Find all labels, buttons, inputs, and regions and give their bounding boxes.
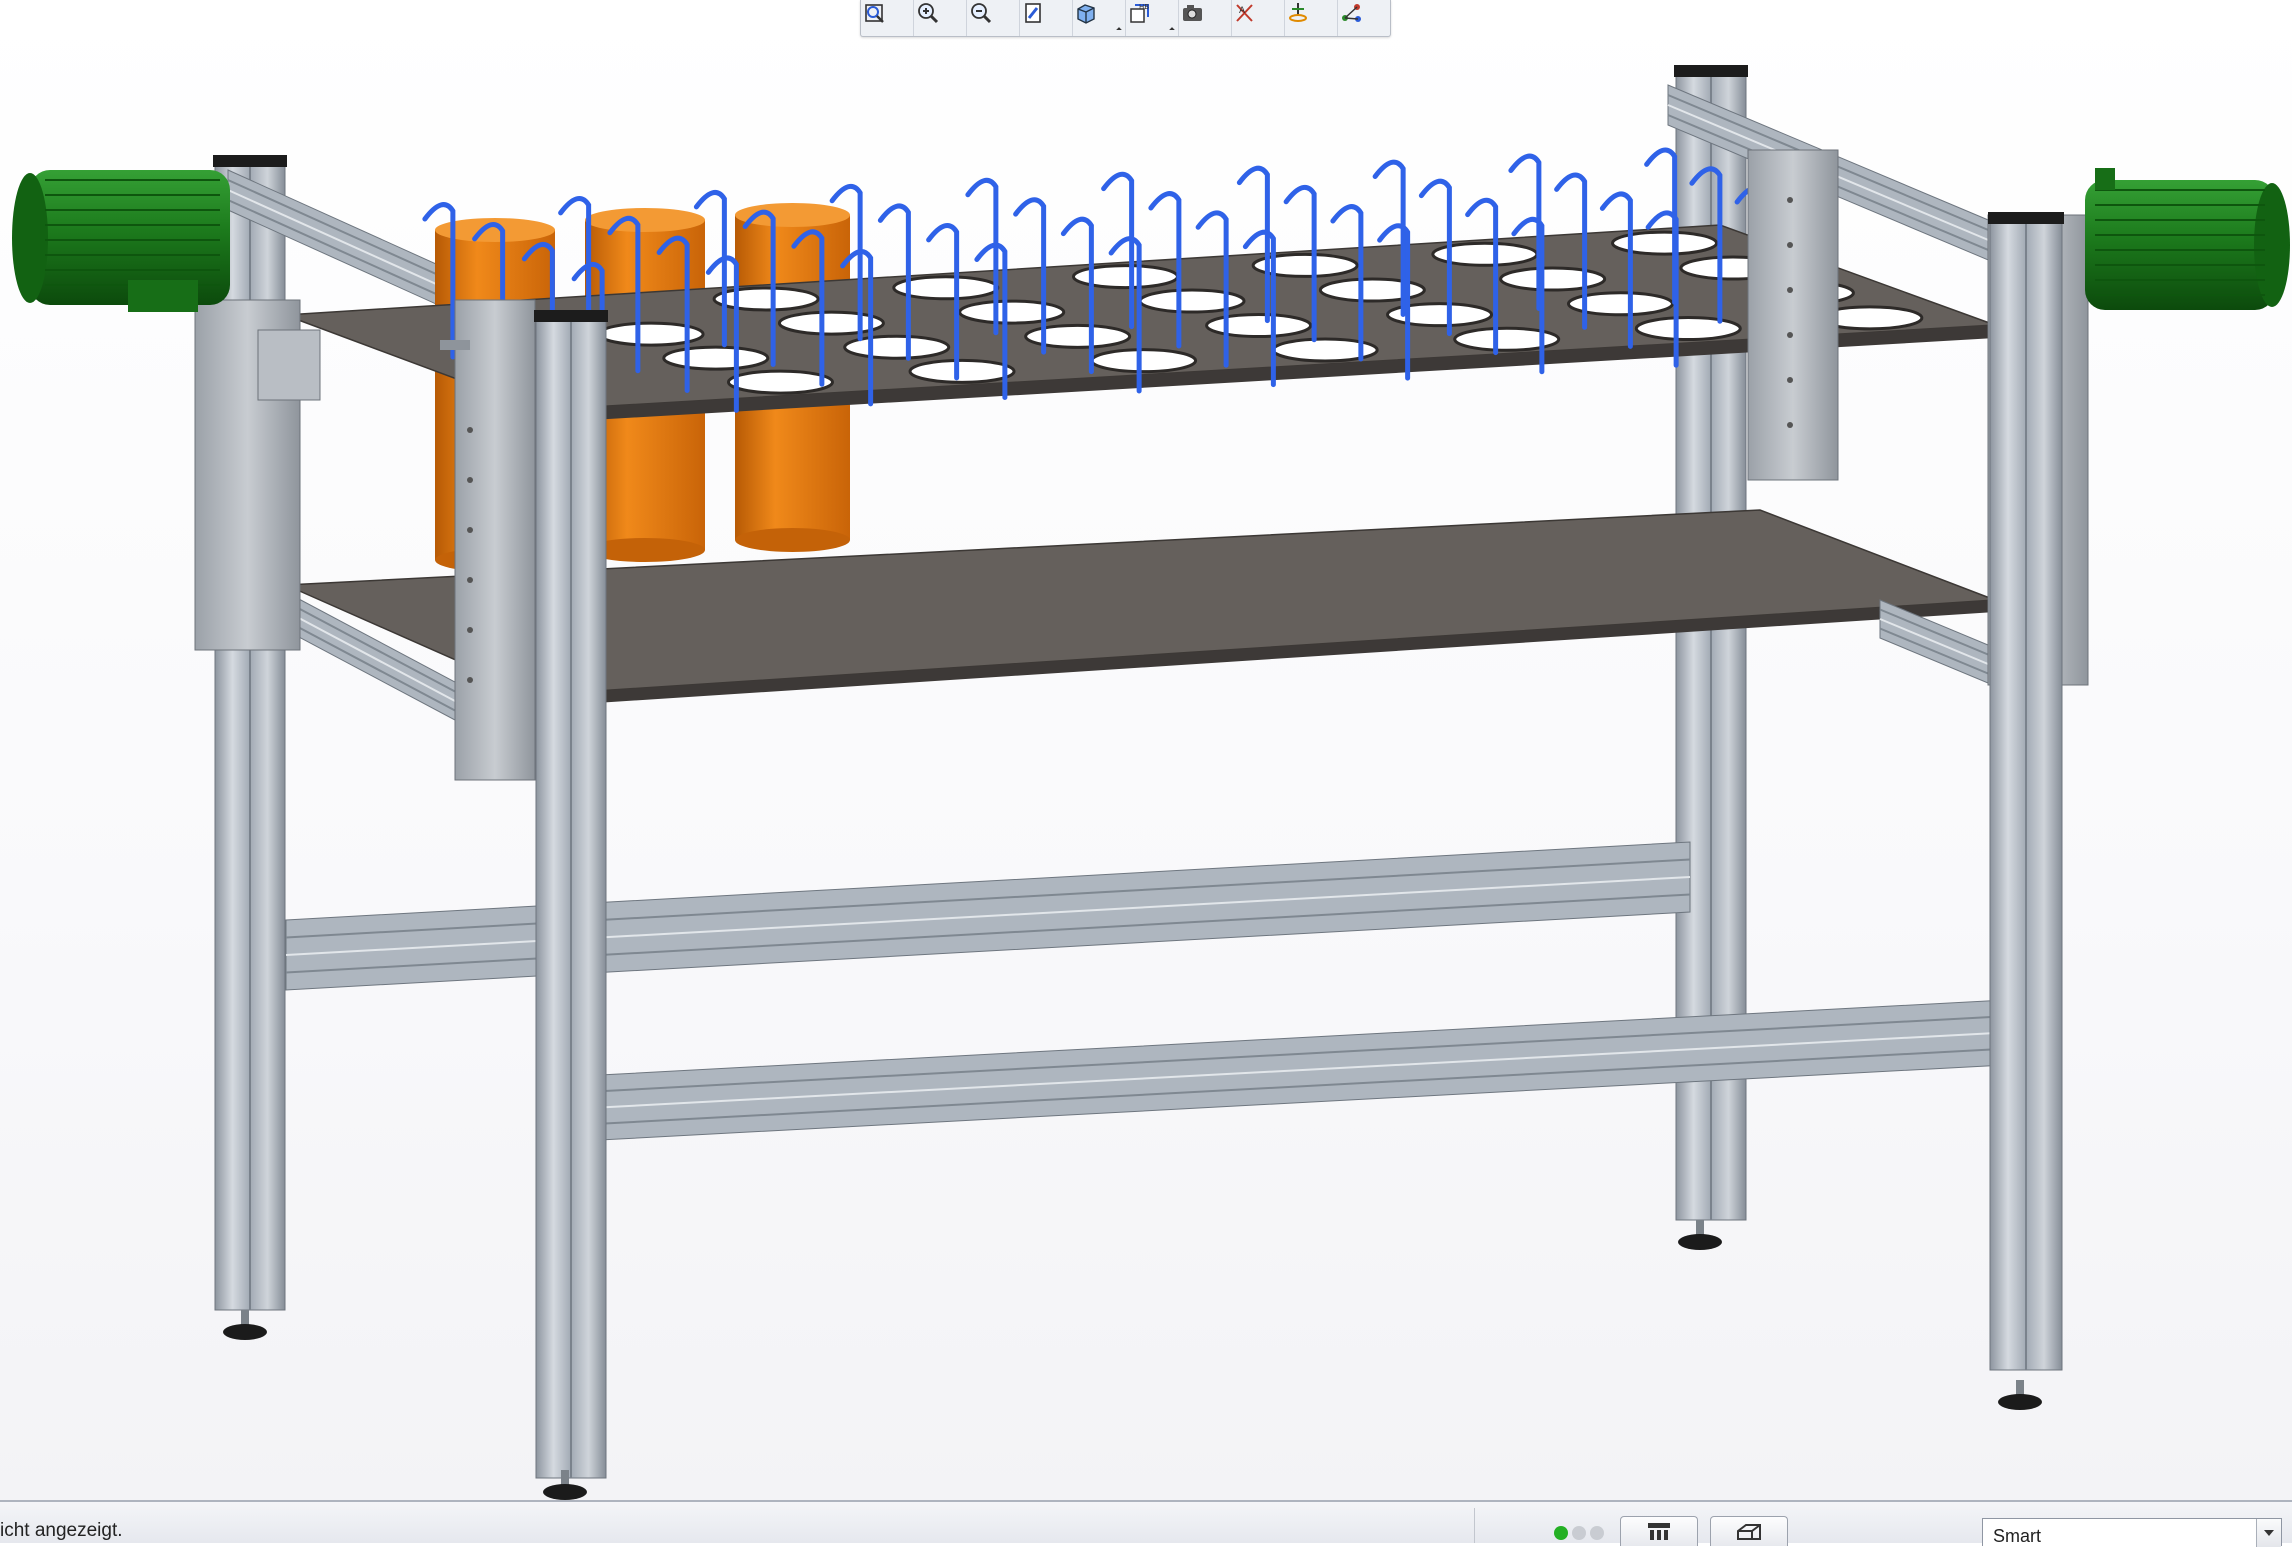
view-toolbar: HB A [860,0,1391,37]
display-style-button[interactable] [1073,0,1126,36]
plate-hole [777,310,885,336]
selection-filter-select[interactable]: Smart [1982,1518,2282,1547]
named-views-icon [1183,5,1202,21]
zoom-out-icon [971,3,992,24]
annotation-display-icon: A [1236,4,1253,22]
plate-hole [1634,316,1742,342]
spin-center-button[interactable] [1285,0,1338,36]
plate-hole [1499,266,1607,292]
selection-filter-value: Smart [1993,1526,2042,1546]
adjustable-foot [223,1310,267,1340]
dropdown-arrow-icon[interactable] [1169,27,1175,33]
repaint-button[interactable] [1020,0,1073,36]
saved-orientations-button[interactable]: HB [1126,0,1179,36]
plate-hole [908,358,1016,384]
model-tree-button[interactable] [1620,1516,1698,1546]
adjustable-foot [1678,1220,1722,1250]
plate-hole [958,299,1066,325]
model-tree-icon [1648,1523,1670,1540]
cad-model-workbench[interactable] [0,0,2292,1500]
spin-center-icon [1289,3,1307,22]
named-views-button[interactable] [1179,0,1232,36]
status-light-green [1554,1526,1568,1540]
plate-hole [726,369,834,395]
svg-text:HB: HB [1139,3,1149,11]
graphics-window[interactable]: HB A [0,0,2292,1500]
chevron-down-icon[interactable] [2256,1519,2281,1547]
front-left-post [534,310,608,1479]
status-message: icht angezeigt. [0,1520,123,1541]
regeneration-status-lights [1554,1526,1604,1540]
post-cap [1988,212,2064,224]
front-right-post [1988,212,2064,1371]
plate-hole [712,286,820,312]
zoom-in-button[interactable] [914,0,967,36]
front-lower-stretcher [599,999,2006,1141]
plate-hole [1205,313,1313,339]
zoom-in-icon [918,3,939,24]
post-cap [213,155,287,167]
refit-icon [865,4,884,23]
dropdown-arrow-icon[interactable] [1116,27,1122,33]
plate-hole [1090,348,1198,374]
status-light-gray [1590,1526,1604,1540]
status-bar: icht angezeigt. Smart [0,1500,2292,1547]
svg-text:A: A [1239,6,1246,16]
status-light-gray [1572,1526,1586,1540]
zoom-out-button[interactable] [967,0,1020,36]
adjustable-foot [1998,1380,2042,1410]
plate-hole [662,345,770,371]
datum-display-icon [1342,4,1361,22]
refit-button[interactable] [861,0,914,36]
post-cap [534,310,608,322]
annotation-display-button[interactable]: A [1232,0,1285,36]
view-manager-icon [1737,1524,1761,1540]
repaint-icon [1025,3,1041,23]
left-motor [12,170,230,312]
right-motor [2085,168,2290,310]
back-lower-stretcher [285,841,1691,991]
saved-orientations-icon: HB [1130,3,1149,23]
post-cap [1674,65,1748,77]
status-divider [1474,1508,1475,1543]
datum-display-button[interactable] [1338,0,1390,36]
view-manager-button[interactable] [1710,1516,1788,1546]
display-style-icon [1077,4,1095,24]
